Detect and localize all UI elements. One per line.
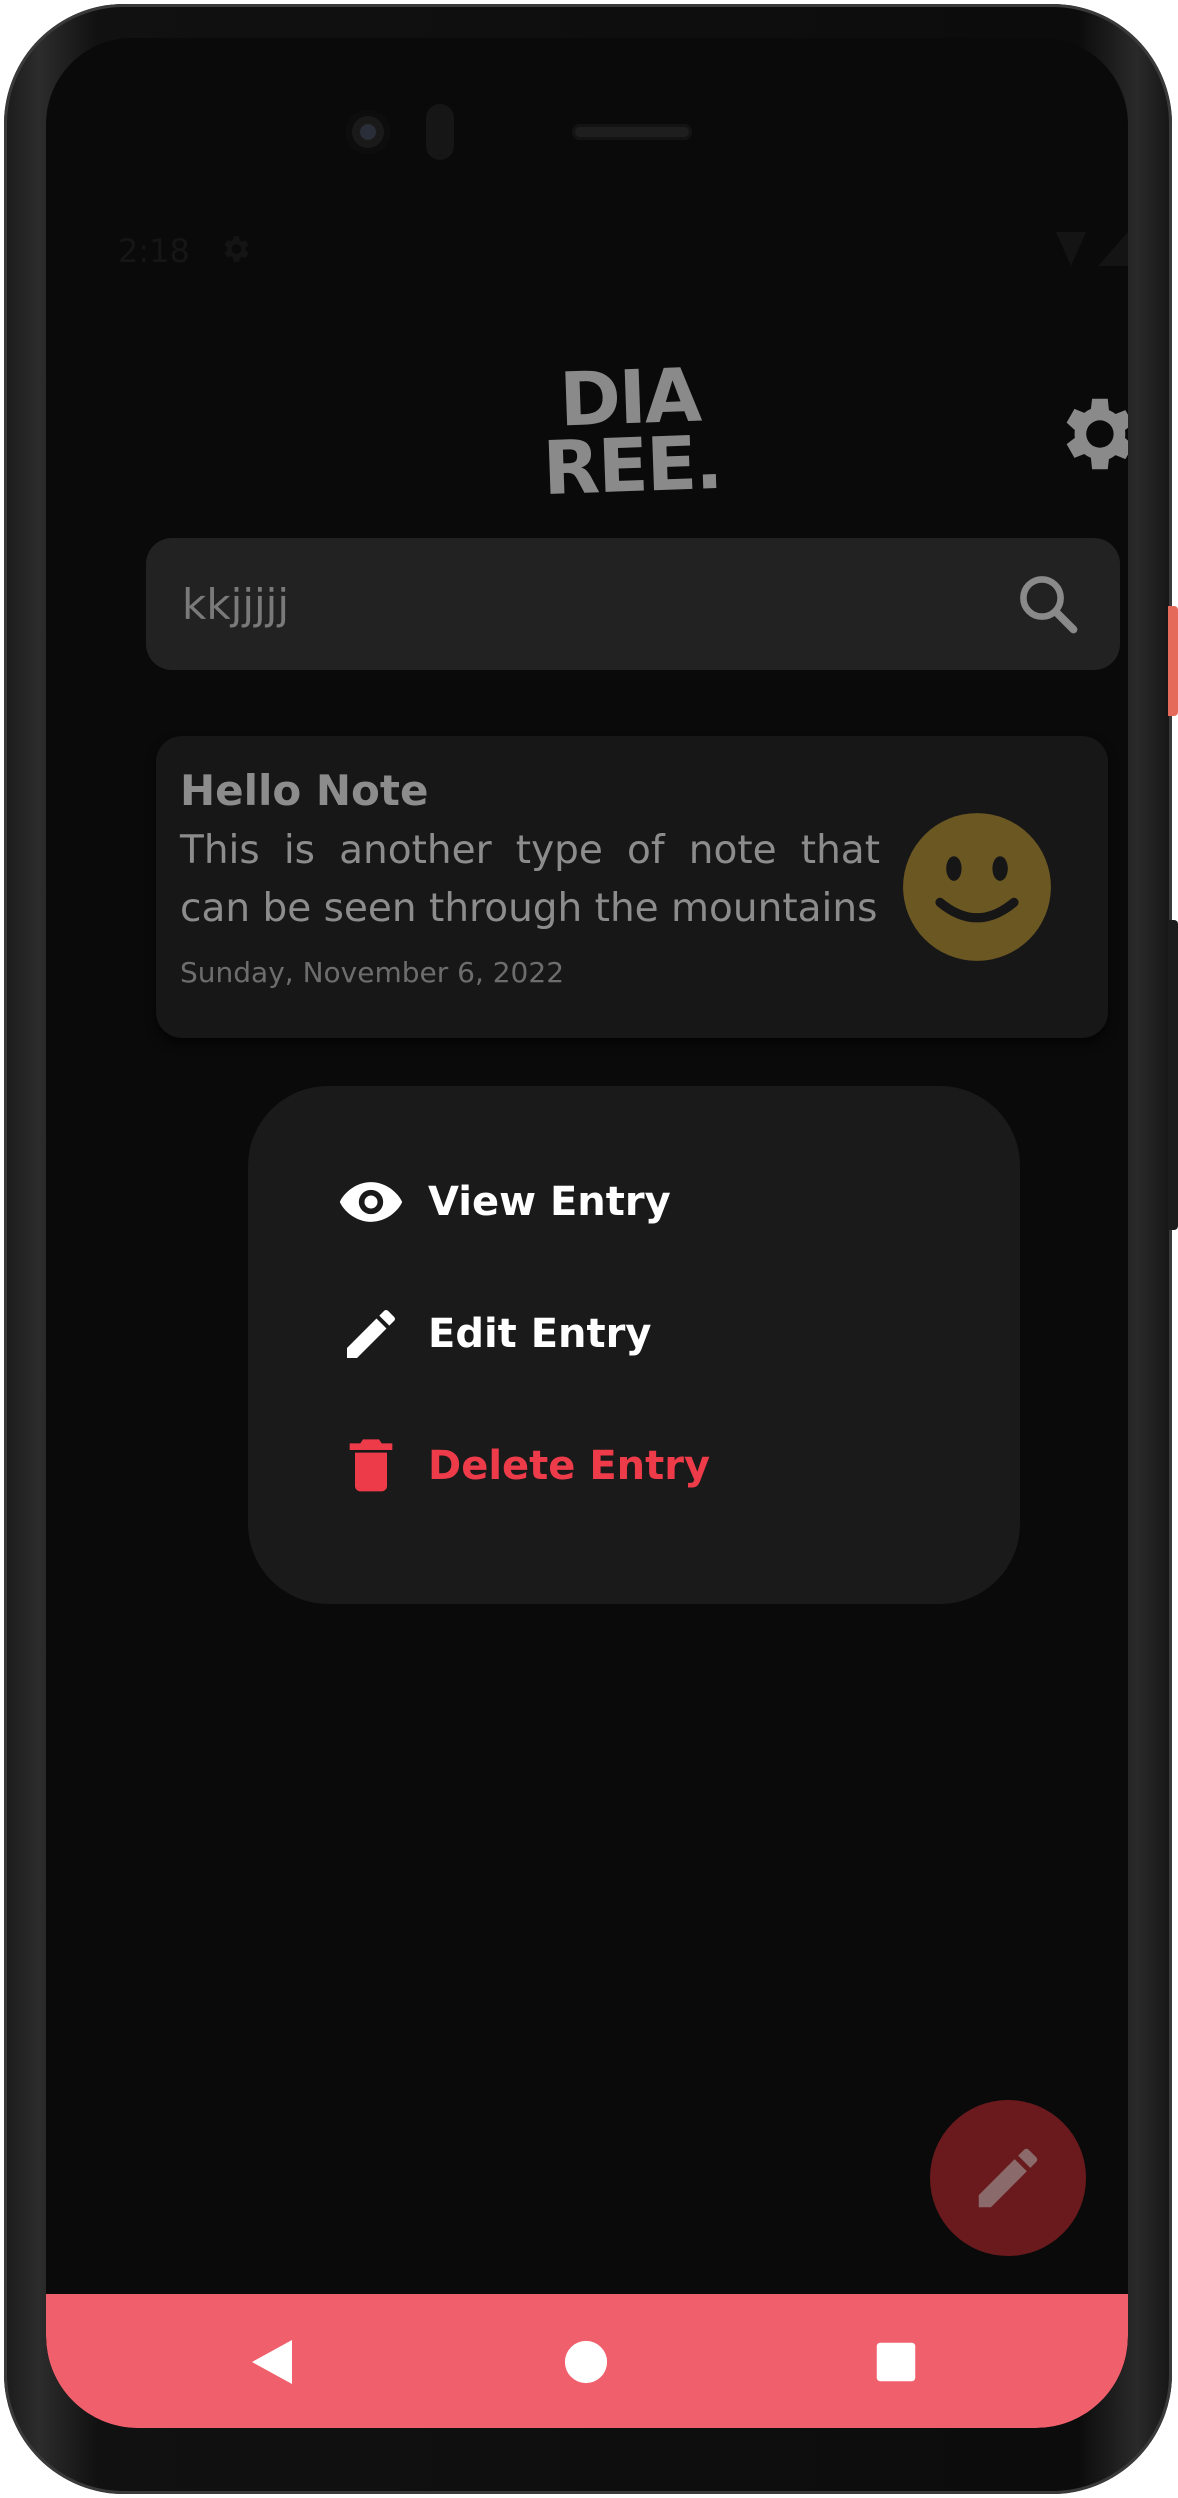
search-bar xyxy=(146,538,1120,670)
settings-button[interactable] xyxy=(1046,384,1128,484)
search-icon[interactable] xyxy=(1012,568,1084,640)
gear-icon xyxy=(1066,398,1128,470)
power-button xyxy=(1168,606,1178,716)
delete-entry-menu-item[interactable]: Delete Entry xyxy=(336,1426,896,1506)
wifi-icon xyxy=(1056,232,1086,266)
navigation-bar xyxy=(46,2294,1128,2428)
status-icons xyxy=(1056,232,1128,266)
note-title: Hello Note xyxy=(180,766,429,815)
volume-button xyxy=(1168,920,1178,1230)
recents-icon xyxy=(876,2342,916,2382)
edit-entry-menu-item[interactable]: Edit Entry xyxy=(336,1294,896,1374)
edit-entry-label: Edit Entry xyxy=(428,1311,652,1357)
home-icon xyxy=(564,2340,608,2384)
home-button[interactable] xyxy=(546,2322,626,2402)
entry-context-menu: View Entry Edit Entry Delete Entry xyxy=(248,1086,1020,1604)
note-card[interactable]: Hello Note This is another type of note … xyxy=(156,736,1108,1038)
trash-icon xyxy=(336,1431,406,1501)
phone-frame: 2:18 DIA REE. kkjjjjj Hello Note This is… xyxy=(0,0,1178,2498)
screen: 2:18 DIA REE. kkjjjjj Hello Note This is… xyxy=(46,38,1128,2428)
settings-icon xyxy=(224,236,249,262)
new-entry-fab[interactable] xyxy=(930,2100,1086,2256)
back-button[interactable] xyxy=(232,2322,312,2402)
search-input[interactable] xyxy=(182,568,982,640)
earpiece-speaker xyxy=(572,124,692,140)
cellular-icon xyxy=(1098,232,1128,266)
proximity-sensor xyxy=(426,104,454,160)
pencil-icon xyxy=(978,2148,1038,2208)
view-entry-label: View Entry xyxy=(428,1179,671,1225)
pencil-icon xyxy=(336,1299,406,1369)
logo-line2: REE. xyxy=(541,419,723,513)
front-camera xyxy=(346,110,390,154)
status-time: 2:18 xyxy=(118,232,190,270)
note-date: Sunday, November 6, 2022 xyxy=(180,956,565,989)
app-logo: DIA REE. xyxy=(523,353,738,517)
note-body: This is another type of note that can be… xyxy=(180,828,880,931)
eye-icon xyxy=(336,1167,406,1237)
delete-entry-label: Delete Entry xyxy=(428,1443,711,1489)
recents-button[interactable] xyxy=(856,2322,936,2402)
view-entry-menu-item[interactable]: View Entry xyxy=(336,1162,896,1242)
status-bar: 2:18 xyxy=(118,232,1128,272)
back-icon xyxy=(252,2340,292,2384)
smiley-face-icon xyxy=(903,813,1051,961)
